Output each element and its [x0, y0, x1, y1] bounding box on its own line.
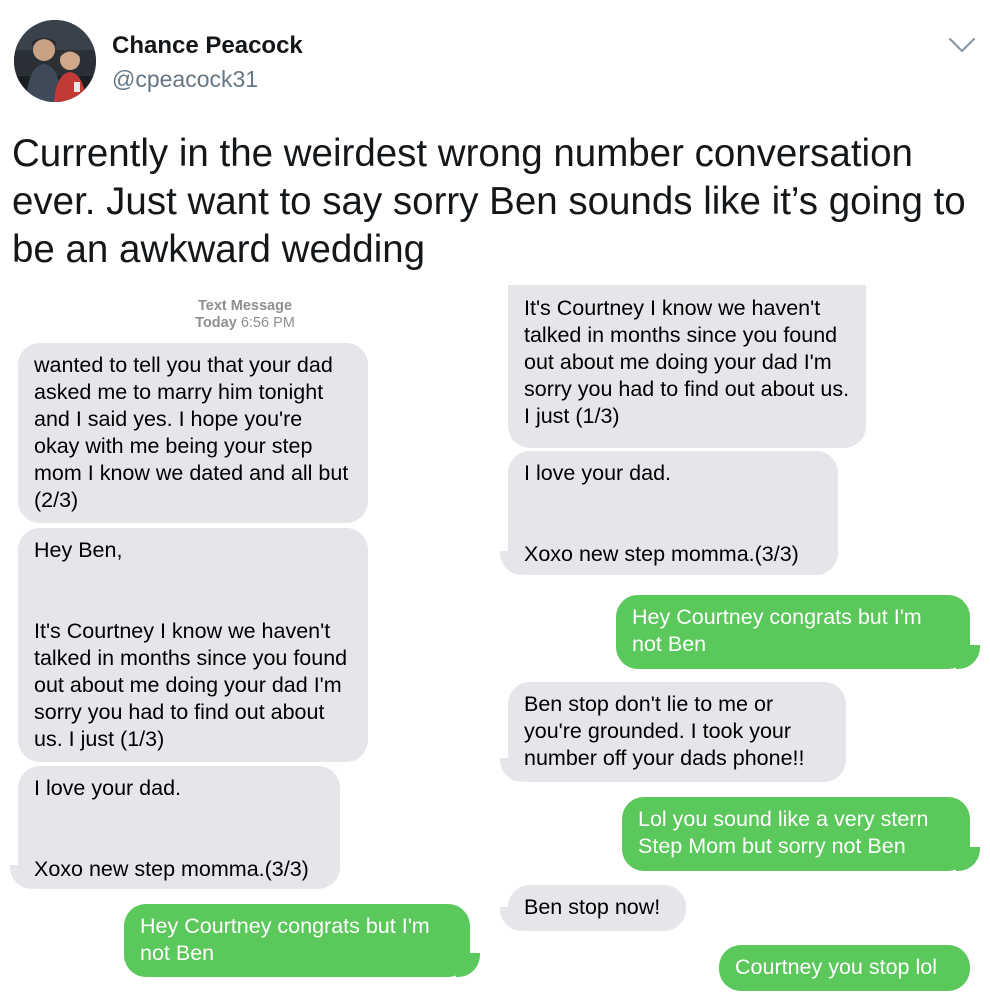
message-bubble-sent: Lol you sound like a very stern Step Mom… [622, 797, 970, 871]
bubble-tail [500, 758, 524, 782]
message-text: Lol you sound like a very stern Step Mom… [638, 807, 929, 858]
bubble-tail [500, 907, 524, 931]
right-message-screenshot: It's Courtney I know we haven't talked i… [495, 285, 990, 992]
tweet-text: Currently in the weirdest wrong number c… [12, 132, 966, 271]
message-text: Ben stop don't lie to me or you're groun… [524, 692, 805, 770]
message-bubble-received: Ben stop now! [508, 885, 686, 931]
bubble-tail [456, 953, 480, 977]
author-name[interactable]: Chance Peacock [112, 32, 303, 60]
author-handle[interactable]: @cpeacock31 [112, 66, 258, 93]
chevron-down-icon[interactable] [945, 34, 979, 56]
left-message-screenshot: Text Message Today 6:56 PM wanted to tel… [0, 285, 495, 992]
message-bubble-received: I love your dad. Xoxo new step momma.(3/… [508, 451, 838, 575]
bubble-tail [10, 865, 34, 889]
timestamp-day: Today [195, 315, 237, 331]
message-bubble-sent: Courtney you stop lol [719, 945, 970, 991]
message-text: I love your dad. Xoxo new step momma.(3/… [524, 461, 799, 566]
message-text: wanted to tell you that your dad asked m… [34, 353, 349, 512]
message-timestamp: Text Message Today 6:56 PM [190, 298, 300, 332]
message-text: Hey Ben, It's Courtney I know we haven't… [34, 538, 348, 751]
message-text: It's Courtney I know we haven't talked i… [524, 296, 850, 428]
message-text: Ben stop now! [524, 895, 661, 919]
bubble-tail [956, 645, 980, 669]
message-text: Courtney you stop lol [735, 955, 937, 979]
message-bubble-received: Ben stop don't lie to me or you're groun… [508, 682, 846, 782]
message-bubble-received: It's Courtney I know we haven't talked i… [508, 285, 866, 448]
timestamp-time: 6:56 PM [240, 315, 295, 331]
message-bubble-received: Hey Ben, It's Courtney I know we haven't… [18, 528, 368, 762]
bubble-tail [956, 847, 980, 871]
message-bubble-received: I love your dad. Xoxo new step momma.(3/… [18, 766, 340, 889]
message-text: I love your dad. Xoxo new step momma.(3/… [34, 776, 309, 881]
bubble-tail [500, 551, 524, 575]
message-bubble-received: wanted to tell you that your dad asked m… [18, 343, 368, 523]
timestamp-label: Text Message [197, 298, 293, 314]
avatar[interactable] [14, 20, 96, 102]
message-bubble-sent: Hey Courtney congrats but I'm not Ben [616, 595, 970, 669]
message-text: Hey Courtney congrats but I'm not Ben [140, 914, 430, 965]
tweet-header: Chance Peacock @cpeacock31 [0, 0, 990, 110]
message-bubble-sent: Hey Courtney congrats but I'm not Ben [124, 904, 470, 977]
message-text: Hey Courtney congrats but I'm not Ben [632, 605, 922, 656]
avatar-photo [14, 20, 96, 102]
